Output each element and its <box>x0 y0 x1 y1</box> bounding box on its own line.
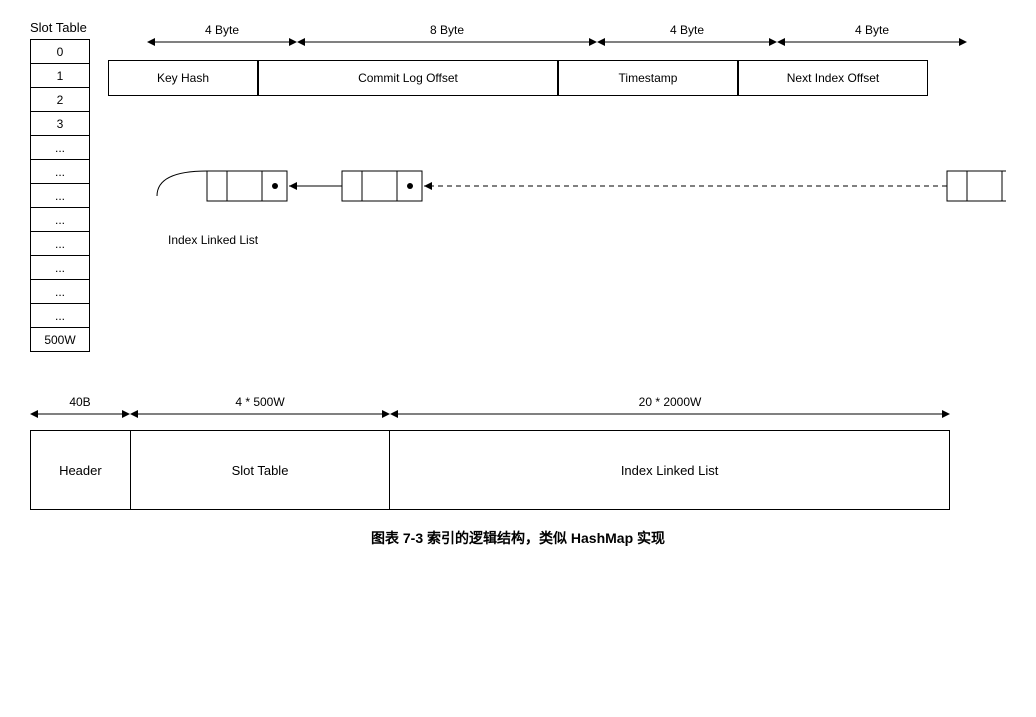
bottom-arrows-container: 40B 4 * 500W 20 * 2000W <box>30 392 1006 426</box>
bottom-section: 40B 4 * 500W 20 * 2000W HeaderSlot TableIn… <box>30 392 1006 510</box>
svg-text:40B: 40B <box>69 395 90 409</box>
slot-table-cell: ... <box>31 160 90 184</box>
slot-table-cell: 3 <box>31 112 90 136</box>
main-container: Slot Table 0123........................5… <box>30 20 1006 548</box>
diagram-area: 4 Byte 8 Byte 4 Byte 4 Byte Key HashCommit … <box>108 20 1006 247</box>
field-box: Timestamp <box>558 60 738 96</box>
field-box: Next Index Offset <box>738 60 928 96</box>
slot-table-cell: 1 <box>31 64 90 88</box>
bottom-arrows-svg: 40B 4 * 500W 20 * 2000W <box>30 392 950 426</box>
slot-table-cell: ... <box>31 184 90 208</box>
caption: 图表 7-3 索引的逻辑结构，类似 HashMap 实现 <box>30 528 1006 548</box>
svg-text:8 Byte: 8 Byte <box>430 23 464 37</box>
slot-table-cell: ... <box>31 208 90 232</box>
slot-table-cell: ... <box>31 304 90 328</box>
bottom-table: HeaderSlot TableIndex Linked List <box>30 430 950 510</box>
bottom-cell: Index Linked List <box>390 431 949 509</box>
svg-text:4 * 500W: 4 * 500W <box>235 395 285 409</box>
slot-table-container: Slot Table 0123........................5… <box>30 20 90 352</box>
byte-arrows-svg: 4 Byte 8 Byte 4 Byte 4 Byte <box>108 20 1006 54</box>
linked-list-container: Index Linked List <box>108 116 1006 247</box>
slot-table-cell: 0 <box>31 40 90 64</box>
linked-list-label: Index Linked List <box>168 233 1006 247</box>
slot-table-cell: 2 <box>31 88 90 112</box>
slot-table: 0123........................500W <box>30 39 90 352</box>
svg-text:4 Byte: 4 Byte <box>670 23 704 37</box>
slot-table-cell: ... <box>31 256 90 280</box>
bottom-cell: Header <box>31 431 131 509</box>
slot-table-label: Slot Table <box>30 20 87 35</box>
slot-table-cell: ... <box>31 232 90 256</box>
fields-row: Key HashCommit Log OffsetTimestampNext I… <box>108 60 1006 96</box>
svg-text:4 Byte: 4 Byte <box>855 23 889 37</box>
top-section: Slot Table 0123........................5… <box>30 20 1006 352</box>
slot-table-cell: ... <box>31 136 90 160</box>
svg-text:20 * 2000W: 20 * 2000W <box>639 395 702 409</box>
svg-text:4 Byte: 4 Byte <box>205 23 239 37</box>
slot-table-cell: ... <box>31 280 90 304</box>
byte-arrows-container: 4 Byte 8 Byte 4 Byte 4 Byte <box>108 20 1006 54</box>
linked-list-svg <box>108 116 1006 226</box>
field-box: Key Hash <box>108 60 258 96</box>
slot-table-cell: 500W <box>31 328 90 352</box>
field-box: Commit Log Offset <box>258 60 558 96</box>
bottom-cell: Slot Table <box>131 431 390 509</box>
